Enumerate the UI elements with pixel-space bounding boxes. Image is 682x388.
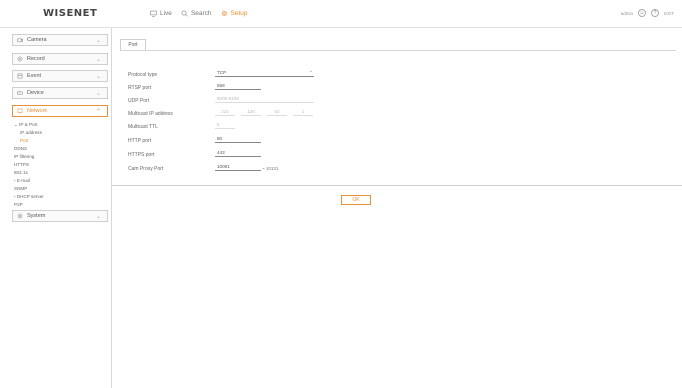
main-panel: Port Protocol type TCP ⌄ RTSP port 558 U… — [112, 28, 682, 388]
nav-search[interactable]: Search — [181, 10, 212, 17]
device-icon — [17, 91, 23, 95]
ok-button[interactable]: OK — [341, 195, 371, 205]
menu-record[interactable]: Record ⌄ — [12, 53, 108, 65]
top-bar: WISENET Live Search Setup admin ☺ ? EXIT — [0, 0, 682, 28]
setup-sidebar: Camera ⌄ Record ⌄ Event ⌄ Device ⌄ Netwo… — [0, 28, 112, 388]
cam-proxy-port-range: ~ 10131 — [262, 166, 279, 171]
nav-search-label: Search — [190, 10, 212, 17]
wisenet-logo: WISENET — [43, 8, 98, 19]
submenu-https[interactable]: HTTPS — [14, 162, 29, 167]
multicast-ip-octet-4[interactable]: 1 — [293, 108, 313, 116]
user-name: admin — [620, 10, 633, 16]
tab-port[interactable]: Port — [120, 39, 146, 50]
udp-port-input[interactable]: 8000-8159 — [215, 95, 314, 103]
submenu-p2p[interactable]: P2P — [14, 202, 23, 207]
protocol-type-value: TCP — [217, 70, 227, 75]
menu-device[interactable]: Device ⌄ — [12, 87, 108, 99]
rtsp-port-input[interactable]: 558 — [215, 82, 261, 90]
submenu-email[interactable]: › E-mail — [14, 178, 30, 183]
top-navigation: Live Search Setup — [150, 10, 248, 17]
https-port-input[interactable]: 443 — [215, 149, 261, 157]
menu-camera-label: Camera — [27, 37, 47, 43]
chevron-down-icon: ⌄ — [95, 214, 101, 220]
menu-event-label: Event — [27, 73, 42, 79]
submenu-dhcp-server-label: DHCP server — [16, 194, 44, 199]
menu-event[interactable]: Event ⌄ — [12, 70, 108, 82]
multicast-ip-octet-2[interactable]: 126 — [241, 108, 261, 116]
http-port-label: HTTP port — [128, 138, 151, 144]
chevron-down-icon: ⌄ — [95, 91, 101, 97]
user-icon[interactable]: ☺ — [637, 9, 646, 17]
http-port-input[interactable]: 80 — [215, 135, 261, 143]
chevron-down-icon: ⌄ — [95, 38, 101, 44]
top-right-controls: admin ☺ ? EXIT — [621, 9, 674, 17]
https-port-label: HTTPS port — [128, 152, 155, 158]
submenu-email-label: E-mail — [16, 178, 30, 183]
menu-system[interactable]: System ⌄ — [12, 210, 108, 222]
multicast-ttl-input[interactable]: 5 — [215, 121, 235, 129]
gear-icon — [221, 10, 227, 17]
camera-icon — [17, 38, 23, 43]
multicast-ip-octet-3[interactable]: 63 — [267, 108, 287, 116]
submenu-ip-port-label: IP & Port — [19, 122, 38, 127]
menu-network-label: Network — [27, 108, 48, 114]
multicast-ttl-label: Multicast TTL — [128, 124, 158, 130]
system-icon — [17, 213, 23, 219]
udp-port-label: UDP Port — [128, 98, 150, 104]
menu-network[interactable]: Network ⌃ — [12, 105, 108, 117]
menu-system-label: System — [27, 213, 46, 219]
exit-button[interactable]: EXIT — [664, 11, 674, 16]
cam-proxy-port-input[interactable]: 10001 — [215, 163, 261, 171]
submenu-ddns[interactable]: DDNS — [14, 146, 27, 151]
dropdown-arrow-icon: ⌄ — [308, 68, 313, 74]
event-icon — [17, 73, 23, 79]
submenu-dhcp-server[interactable]: › DHCP server — [14, 194, 44, 199]
submenu-8021x[interactable]: 802.1x — [14, 170, 28, 175]
chevron-down-icon: ⌄ — [95, 74, 101, 80]
multicast-ip-label: Multicast IP address — [128, 111, 173, 117]
multicast-ip-octet-1[interactable]: 224 — [215, 108, 235, 116]
monitor-icon — [150, 10, 157, 17]
nav-live-label: Live — [160, 10, 172, 17]
nav-setup-label: Setup — [230, 10, 248, 17]
menu-record-label: Record — [27, 56, 45, 62]
submenu-port[interactable]: Port — [20, 138, 28, 143]
menu-device-label: Device — [27, 90, 44, 96]
chevron-down-icon: ⌄ — [95, 57, 101, 63]
record-icon — [17, 56, 23, 62]
chevron-up-icon: ⌃ — [95, 109, 101, 115]
submenu-ip-address[interactable]: IP address — [20, 130, 42, 135]
nav-setup[interactable]: Setup — [221, 10, 248, 17]
help-icon[interactable]: ? — [650, 9, 659, 17]
section-divider — [112, 185, 682, 186]
protocol-type-select[interactable]: TCP ⌄ — [215, 68, 314, 77]
rtsp-port-label: RTSP port — [128, 85, 152, 91]
cam-proxy-port-label: Cam Proxy Port — [128, 166, 164, 172]
nav-live[interactable]: Live — [150, 10, 172, 17]
tab-underline — [120, 50, 676, 51]
submenu-ip-filtering[interactable]: IP filtering — [14, 154, 34, 159]
menu-camera[interactable]: Camera ⌄ — [12, 34, 108, 46]
search-icon — [181, 10, 188, 17]
protocol-type-label: Protocol type — [128, 72, 158, 78]
network-icon — [17, 108, 23, 114]
submenu-snmp[interactable]: SNMP — [14, 186, 27, 191]
submenu-ip-port[interactable]: ⌄ IP & Port — [14, 122, 37, 128]
